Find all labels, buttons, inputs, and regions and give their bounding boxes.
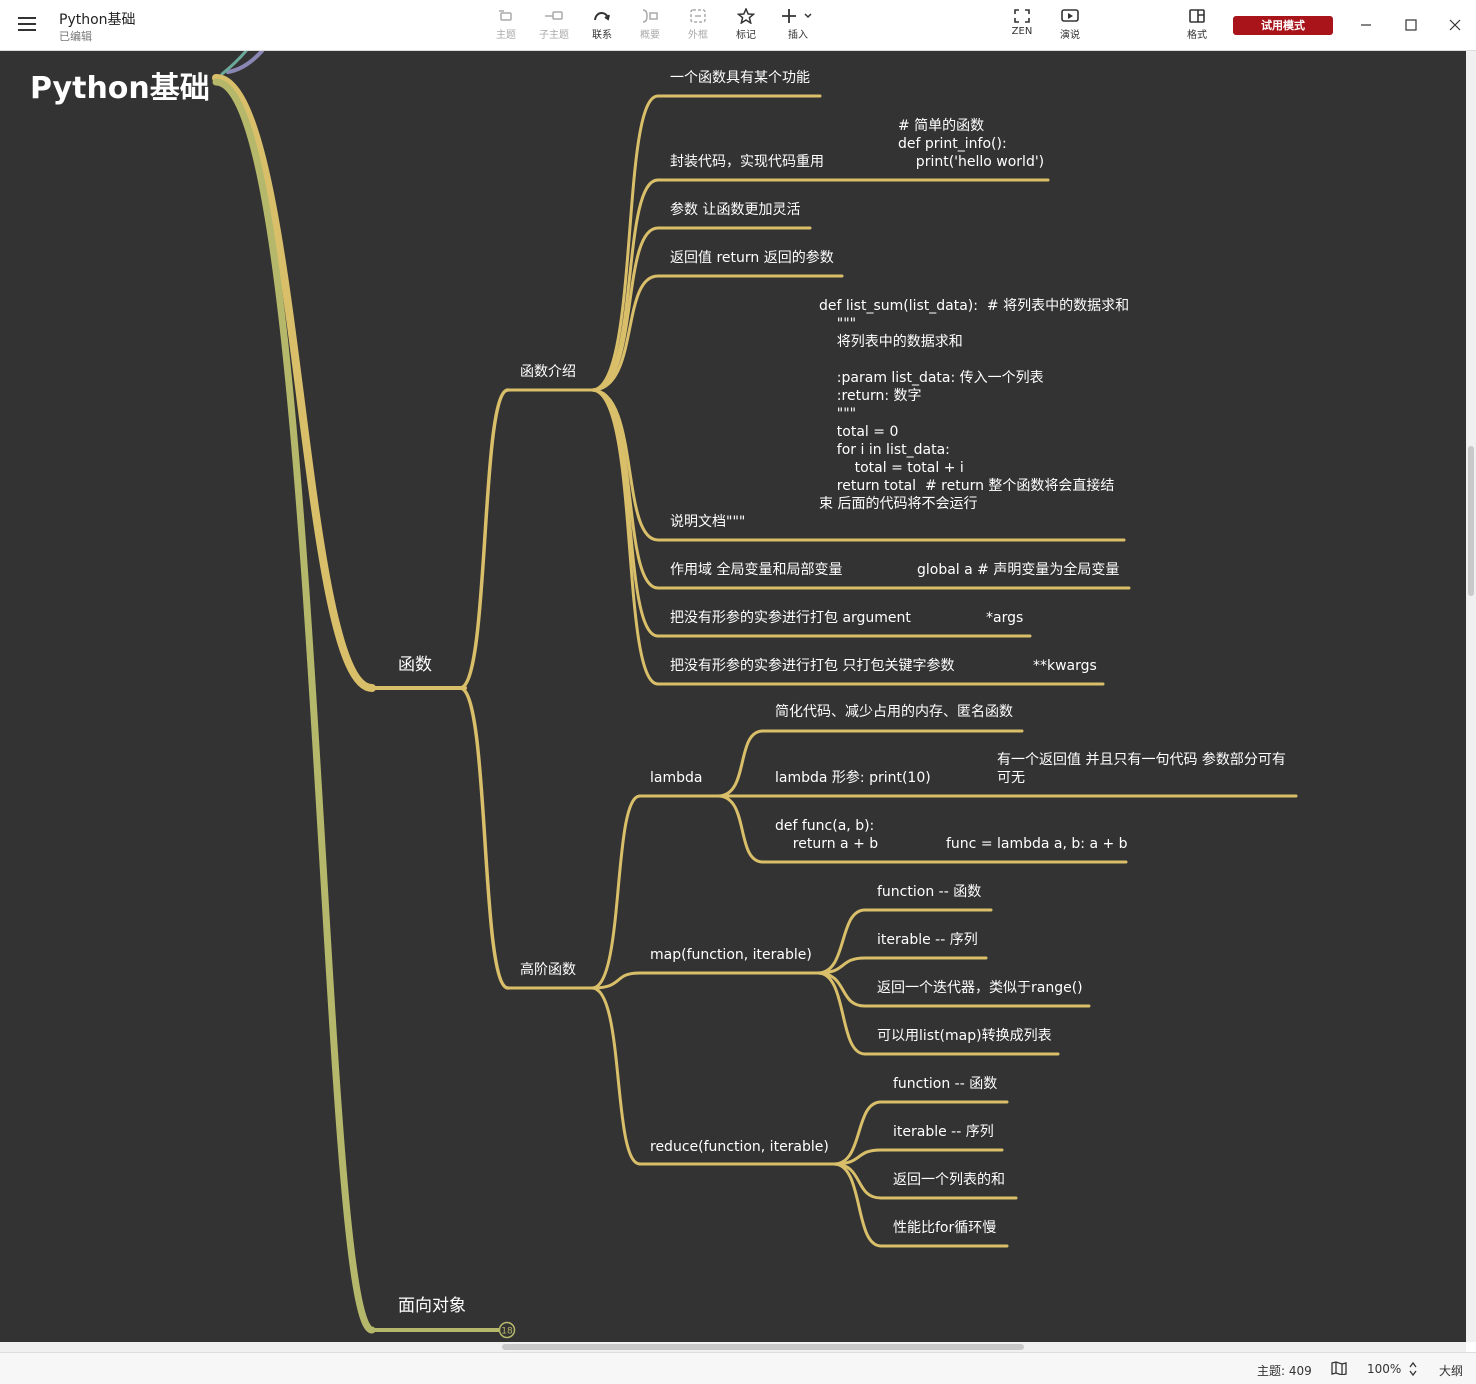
insert-button[interactable]: 插入 (776, 6, 820, 46)
title-bar: Python基础 已编辑 主题 子主题 联系 概要 外框 标记 插入 ZEN 演… (0, 0, 1476, 51)
topic-lambda[interactable]: lambda (650, 769, 702, 787)
topic-functions[interactable]: 函数 (398, 655, 432, 675)
boundary-label: 外框 (688, 30, 708, 41)
zen-button[interactable]: ZEN (1000, 6, 1044, 46)
outline-button[interactable]: 大纲 (1439, 1362, 1463, 1379)
topic-icon (499, 10, 512, 21)
topic-label: 主题 (496, 30, 516, 41)
intro-item[interactable]: 参数 让函数更加灵活 (670, 201, 800, 219)
plus-icon (782, 9, 812, 23)
intro-item[interactable]: 一个函数具有某个功能 (670, 69, 810, 87)
collapse-count-badge[interactable]: 18 (498, 1321, 516, 1339)
document-title: Python基础 (59, 12, 136, 28)
reduce-item[interactable]: 性能比for循环慢 (893, 1219, 996, 1237)
intro-item[interactable]: 返回值 return 返回的参数 (670, 249, 834, 267)
intro-item[interactable]: 把没有形参的实参进行打包 只打包关键字参数 (670, 657, 954, 675)
intro-item[interactable]: 作用域 全局变量和局部变量 (670, 561, 842, 579)
present-button[interactable]: 演说 (1048, 6, 1092, 46)
vertical-scroll-thumb[interactable] (1468, 446, 1474, 596)
hamburger-menu-icon[interactable] (18, 17, 36, 33)
zoom-stepper-icon[interactable] (1408, 1361, 1418, 1377)
format-button[interactable]: 格式 (1175, 6, 1219, 46)
reduce-item[interactable]: iterable -- 序列 (893, 1123, 994, 1141)
present-label: 演说 (1060, 30, 1080, 41)
document-status: 已编辑 (59, 30, 92, 43)
intro-item[interactable]: 封装代码，实现代码重用 (670, 153, 824, 171)
relationship-label: 联系 (592, 30, 612, 41)
zoom-level[interactable]: 100% (1367, 1362, 1401, 1376)
format-label: 格式 (1187, 30, 1207, 41)
zen-label: ZEN (1011, 26, 1033, 37)
insert-label: 插入 (788, 30, 808, 41)
subtopic-button[interactable]: 子主题 (532, 6, 576, 46)
close-icon (1449, 19, 1461, 31)
relationship-button[interactable]: 联系 (580, 6, 624, 46)
lambda-note[interactable]: func = lambda a, b: a + b (946, 835, 1128, 853)
map-view-icon[interactable] (1331, 1361, 1347, 1375)
collapse-count: 18 (501, 1327, 513, 1337)
intro-item[interactable]: 把没有形参的实参进行打包 argument (670, 609, 911, 627)
topic-reduce[interactable]: reduce(function, iterable) (650, 1138, 829, 1156)
topic-oop[interactable]: 面向对象 (398, 1296, 466, 1316)
zen-icon (1014, 9, 1030, 23)
summary-icon (642, 9, 658, 23)
topic-map[interactable]: map(function, iterable) (650, 946, 812, 964)
marker-label: 标记 (736, 30, 756, 41)
topic-function-intro[interactable]: 函数介绍 (520, 363, 576, 381)
map-item[interactable]: 可以用list(map)转换成列表 (877, 1027, 1052, 1045)
horizontal-scrollbar[interactable] (0, 1342, 1466, 1352)
trial-mode-button[interactable]: 试用模式 (1233, 16, 1333, 35)
marker-button[interactable]: 标记 (724, 6, 768, 46)
maximize-icon (1405, 19, 1417, 31)
topic-button[interactable]: 主题 (484, 6, 528, 46)
map-item[interactable]: iterable -- 序列 (877, 931, 978, 949)
minimize-button[interactable] (1352, 12, 1380, 38)
mindmap-canvas[interactable]: 18 Python基础 函数 面向对象 函数介绍 高阶函数 一个函数具有某个功能… (0, 51, 1466, 1342)
summary-button[interactable]: 概要 (628, 6, 672, 46)
boundary-icon (690, 9, 706, 23)
summary-label: 概要 (640, 30, 660, 41)
boundary-button[interactable]: 外框 (676, 6, 720, 46)
lambda-item[interactable]: 简化代码、减少占用的内存、匿名函数 (775, 703, 1013, 721)
horizontal-scroll-thumb[interactable] (502, 1344, 1024, 1350)
reduce-item[interactable]: 返回一个列表的和 (893, 1171, 1005, 1189)
close-button[interactable] (1441, 12, 1469, 38)
format-panel-icon (1189, 9, 1205, 23)
vertical-scrollbar[interactable] (1466, 51, 1476, 1342)
intro-item[interactable]: 说明文档""" (670, 513, 745, 531)
relationship-icon (594, 12, 610, 21)
lambda-note[interactable]: 有一个返回值 并且只有一句代码 参数部分可有 可无 (997, 751, 1286, 787)
lambda-item[interactable]: def func(a, b): return a + b (775, 817, 878, 853)
code-note[interactable]: *args (986, 609, 1023, 627)
topic-count: 主题: 409 (1257, 1364, 1312, 1378)
subtopic-icon (545, 11, 563, 20)
star-icon (737, 8, 755, 24)
map-item[interactable]: 返回一个迭代器，类似于range() (877, 979, 1083, 997)
lambda-item[interactable]: lambda 形参: print(10) (775, 769, 931, 787)
root-topic[interactable]: Python基础 (30, 63, 210, 107)
minimize-icon (1361, 24, 1371, 26)
presentation-icon (1061, 9, 1079, 22)
code-note[interactable]: def list_sum(list_data): # 将列表中的数据求和 """… (819, 297, 1129, 513)
code-note[interactable]: # 简单的函数 def print_info(): print('hello w… (898, 117, 1044, 171)
code-note[interactable]: **kwargs (1033, 657, 1097, 675)
status-bar: 主题: 409 100% 大纲 (0, 1352, 1476, 1384)
map-item[interactable]: function -- 函数 (877, 883, 981, 901)
code-note[interactable]: global a # 声明变量为全局变量 (917, 561, 1119, 579)
subtopic-label: 子主题 (539, 30, 569, 41)
maximize-button[interactable] (1397, 12, 1425, 38)
reduce-item[interactable]: function -- 函数 (893, 1075, 997, 1093)
topic-higher-order[interactable]: 高阶函数 (520, 961, 576, 979)
